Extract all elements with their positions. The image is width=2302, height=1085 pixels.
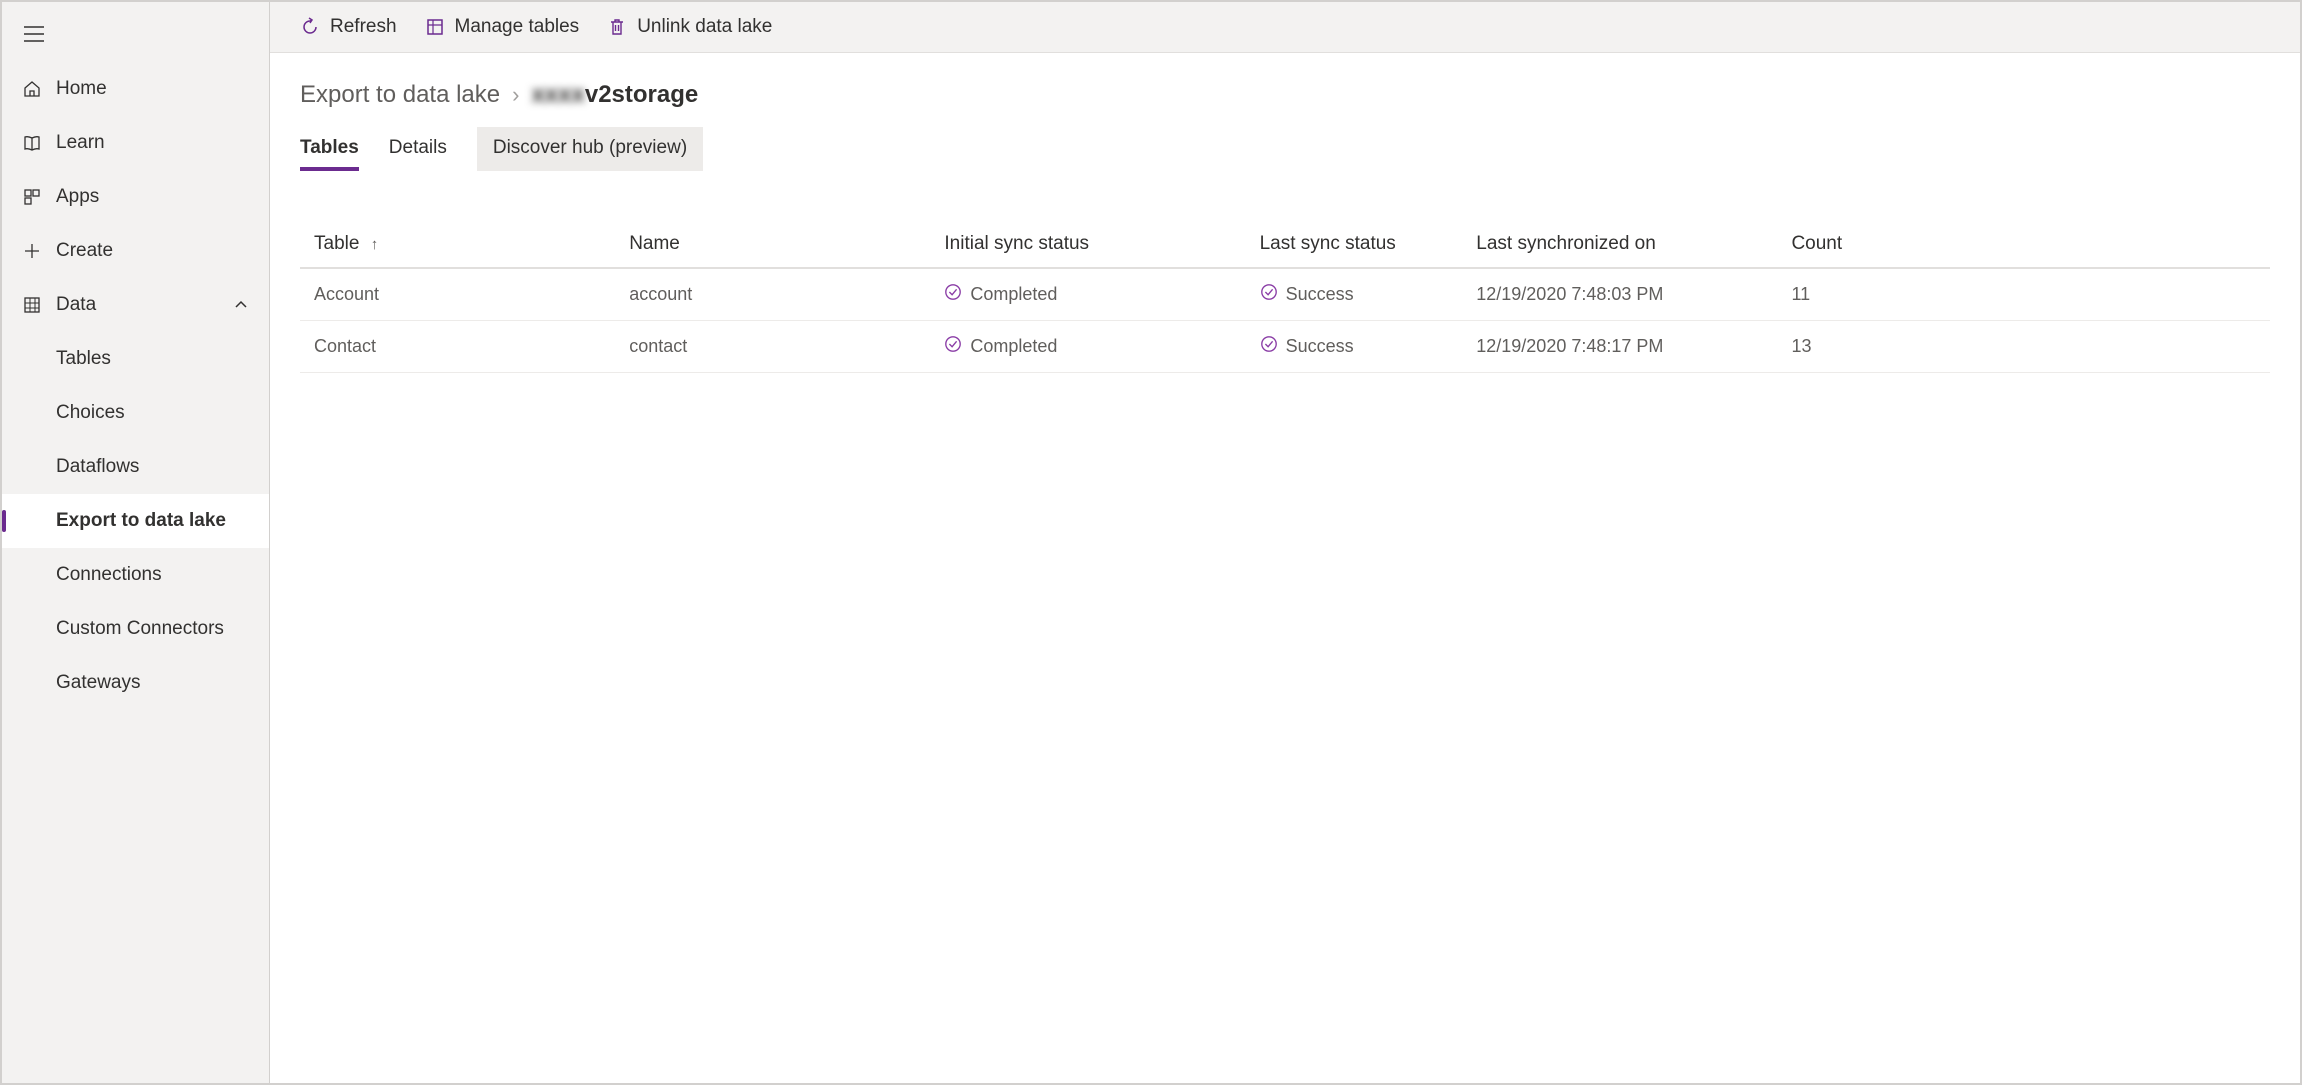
cell-name: account [615, 268, 930, 321]
breadcrumb-current-suffix: v2storage [585, 81, 698, 109]
sidebar-sub-label: Tables [56, 348, 111, 370]
breadcrumb-separator: › [512, 82, 519, 108]
tab-details[interactable]: Details [389, 127, 447, 171]
table-settings-icon [425, 17, 445, 37]
cell-count: 11 [1777, 268, 2270, 321]
sidebar-sub-item-dataflows[interactable]: Dataflows [2, 440, 269, 494]
toolbar-label: Manage tables [455, 16, 580, 38]
plus-icon [22, 241, 42, 261]
col-header-initial-sync[interactable]: Initial sync status [930, 221, 1245, 268]
col-header-table[interactable]: Table ↑ [300, 221, 615, 268]
col-header-label: Initial sync status [944, 233, 1089, 254]
toolbar: Refresh Manage tables Unlink data lake [270, 2, 2300, 53]
table-header-row: Table ↑ Name Initial sync status Last sy… [300, 221, 2270, 268]
tab-tables[interactable]: Tables [300, 127, 359, 171]
main-content: Refresh Manage tables Unlink data lake E… [270, 2, 2300, 1083]
hamburger-icon [24, 26, 44, 42]
sidebar: Home Learn Apps Create Data [2, 2, 270, 1083]
tab-discover-hub[interactable]: Discover hub (preview) [477, 127, 703, 171]
sidebar-sub-item-tables[interactable]: Tables [2, 332, 269, 386]
breadcrumb-current: xxxxv2storage [531, 81, 698, 109]
home-icon [22, 79, 42, 99]
sidebar-sub-item-export-to-data-lake[interactable]: Export to data lake [2, 494, 269, 548]
cell-initial-sync: Completed [930, 321, 1245, 373]
col-header-last-synchronized[interactable]: Last synchronized on [1462, 221, 1777, 268]
tab-label: Tables [300, 137, 359, 158]
cell-last-synchronized: 12/19/2020 7:48:17 PM [1462, 321, 1777, 373]
sort-arrow-up-icon: ↑ [371, 236, 379, 253]
book-icon [22, 133, 42, 153]
sidebar-item-label: Home [56, 78, 107, 100]
sidebar-item-label: Create [56, 240, 113, 262]
sidebar-item-label: Learn [56, 132, 105, 154]
tabs: Tables Details Discover hub (preview) [300, 127, 2270, 171]
tab-label: Details [389, 137, 447, 158]
col-header-label: Last sync status [1260, 233, 1396, 254]
toolbar-label: Unlink data lake [637, 16, 772, 38]
sidebar-item-create[interactable]: Create [2, 224, 269, 278]
table-row[interactable]: Contact contact Completed Success [300, 321, 2270, 373]
sidebar-sub-label: Choices [56, 402, 125, 424]
tab-label: Discover hub (preview) [493, 137, 687, 158]
status-text: Completed [970, 284, 1057, 305]
cell-table-name: Contact [300, 321, 615, 373]
sidebar-item-learn[interactable]: Learn [2, 116, 269, 170]
col-header-name[interactable]: Name [615, 221, 930, 268]
cell-last-synchronized: 12/19/2020 7:48:03 PM [1462, 268, 1777, 321]
content-area: Export to data lake › xxxxv2storage Tabl… [270, 53, 2300, 1083]
sidebar-sub-label: Export to data lake [56, 510, 226, 532]
manage-tables-button[interactable]: Manage tables [425, 16, 580, 38]
sidebar-sub-item-custom-connectors[interactable]: Custom Connectors [2, 602, 269, 656]
check-circle-icon [1260, 335, 1278, 358]
table-row[interactable]: Account account Completed Success [300, 268, 2270, 321]
breadcrumb-parent[interactable]: Export to data lake [300, 81, 500, 109]
sidebar-sub-item-connections[interactable]: Connections [2, 548, 269, 602]
refresh-button[interactable]: Refresh [300, 16, 397, 38]
sidebar-sub-label: Gateways [56, 672, 140, 694]
tables-grid: Table ↑ Name Initial sync status Last sy… [300, 221, 2270, 373]
col-header-label: Last synchronized on [1476, 233, 1656, 254]
cell-name: contact [615, 321, 930, 373]
chevron-up-icon [233, 297, 249, 313]
check-circle-icon [1260, 283, 1278, 306]
trash-icon [607, 17, 627, 37]
sidebar-item-apps[interactable]: Apps [2, 170, 269, 224]
status-text: Success [1286, 336, 1354, 357]
status-text: Completed [970, 336, 1057, 357]
sidebar-sub-item-choices[interactable]: Choices [2, 386, 269, 440]
check-circle-icon [944, 283, 962, 306]
breadcrumb: Export to data lake › xxxxv2storage [300, 81, 2270, 109]
breadcrumb-current-prefix: xxxx [531, 81, 584, 109]
sidebar-sub-label: Dataflows [56, 456, 139, 478]
col-header-label: Name [629, 233, 680, 254]
sidebar-sub-item-gateways[interactable]: Gateways [2, 656, 269, 710]
sidebar-item-home[interactable]: Home [2, 62, 269, 116]
sidebar-sub-label: Custom Connectors [56, 618, 224, 640]
cell-count: 13 [1777, 321, 2270, 373]
apps-icon [22, 187, 42, 207]
cell-last-sync: Success [1246, 321, 1463, 373]
status-text: Success [1286, 284, 1354, 305]
cell-table-name: Account [300, 268, 615, 321]
sidebar-item-data[interactable]: Data [2, 278, 269, 332]
unlink-data-lake-button[interactable]: Unlink data lake [607, 16, 772, 38]
col-header-label: Table [314, 233, 359, 254]
col-header-last-sync[interactable]: Last sync status [1246, 221, 1463, 268]
check-circle-icon [944, 335, 962, 358]
grid-icon [22, 295, 42, 315]
sidebar-item-label: Apps [56, 186, 99, 208]
col-header-label: Count [1791, 233, 1842, 254]
cell-last-sync: Success [1246, 268, 1463, 321]
cell-initial-sync: Completed [930, 268, 1245, 321]
refresh-icon [300, 17, 320, 37]
toolbar-label: Refresh [330, 16, 397, 38]
hamburger-menu-button[interactable] [2, 6, 269, 62]
sidebar-item-label: Data [56, 294, 96, 316]
col-header-count[interactable]: Count [1777, 221, 2270, 268]
sidebar-sub-label: Connections [56, 564, 162, 586]
